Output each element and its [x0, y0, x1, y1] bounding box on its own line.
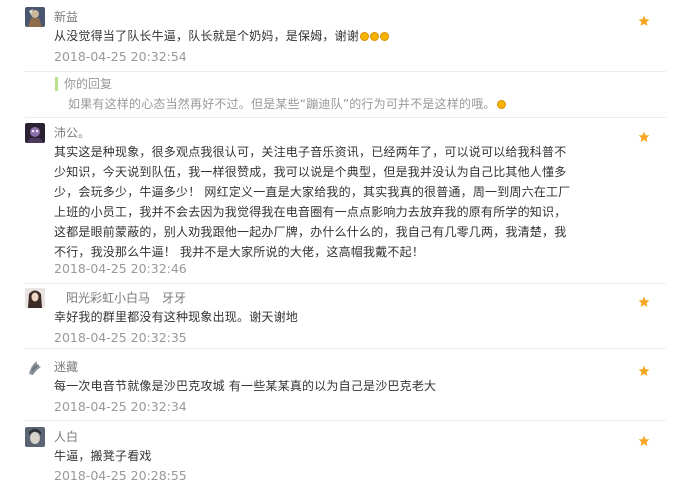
my-reply: 你的回复 如果有这样的心态当然再好不过。但是某些“蹦迪队”的行为可并不是这样的哦… [55, 73, 615, 113]
smile-emoji-icon [380, 32, 390, 41]
face-avatar-icon[interactable] [25, 427, 45, 447]
comment-text: 其实这是种现象，很多观点我很认可，关注电子音乐资讯，已经两年了，可以说可以给我科… [54, 145, 571, 259]
comment-item: 阳光彩虹小白马 牙牙 幸好我的群里都没有这种现象出现。谢天谢地 2018-04-… [25, 288, 666, 348]
star-icon[interactable] [638, 435, 650, 447]
star-icon[interactable] [638, 131, 650, 143]
comment-item: 迷藏 每一次电音节就像是沙巴克攻城 有一些某某真的以为自己是沙巴克老大 2018… [25, 357, 666, 417]
star-icon[interactable] [638, 15, 650, 27]
username[interactable]: 人白 [54, 429, 78, 445]
comment-list: 新益 从没觉得当了队长牛逼，队长就是个奶妈，是保姆，谢谢 2018-04-25 … [0, 0, 679, 486]
username[interactable]: 阳光彩虹小白马 牙牙 [54, 290, 186, 306]
divider [25, 420, 666, 421]
divider [25, 283, 666, 284]
smile-emoji-icon [360, 32, 370, 41]
reply-text: 如果有这样的心态当然再好不过。但是某些“蹦迪队”的行为可并不是这样的哦。 [68, 95, 506, 113]
comment-text: 幸好我的群里都没有这种现象出现。谢天谢地 [54, 310, 299, 324]
smile-emoji-icon [496, 100, 506, 109]
dark-avatar-icon[interactable] [25, 123, 45, 143]
comment-text: 每一次电音节就像是沙巴克攻城 有一些某某真的以为自己是沙巴克老大 [54, 379, 437, 393]
comment-time: 2018-04-25 20:32:35 [54, 330, 187, 345]
divider [25, 71, 666, 72]
comment-item: 人白 牛逼，搬凳子看戏 2018-04-25 20:28:55 [25, 427, 666, 486]
star-icon[interactable] [638, 296, 650, 308]
warrior-avatar-icon[interactable] [25, 7, 45, 27]
username[interactable]: 新益 [54, 9, 78, 25]
bird-avatar-icon[interactable] [25, 357, 45, 377]
reply-accent-bar [55, 77, 58, 91]
divider [25, 348, 666, 349]
smile-emoji-icon [370, 32, 380, 41]
comment-time: 2018-04-25 20:32:34 [54, 399, 187, 414]
comment-time: 2018-04-25 20:32:54 [54, 49, 187, 64]
comment-text: 牛逼，搬凳子看戏 [54, 449, 152, 463]
comment-time: 2018-04-25 20:28:55 [54, 468, 187, 483]
divider [25, 117, 666, 118]
reply-title: 你的回复 [64, 77, 113, 91]
comment-item: 沛公。 其实这是种现象，很多观点我很认可，关注电子音乐资讯，已经两年了，可以说可… [25, 123, 666, 283]
girl-avatar-icon[interactable] [25, 288, 45, 308]
username[interactable]: 迷藏 [54, 359, 78, 375]
username[interactable]: 沛公。 [54, 125, 90, 141]
comment-text: 从没觉得当了队长牛逼，队长就是个奶妈，是保姆，谢谢 [54, 26, 614, 46]
star-icon[interactable] [638, 365, 650, 377]
comment-time: 2018-04-25 20:32:46 [54, 261, 187, 276]
